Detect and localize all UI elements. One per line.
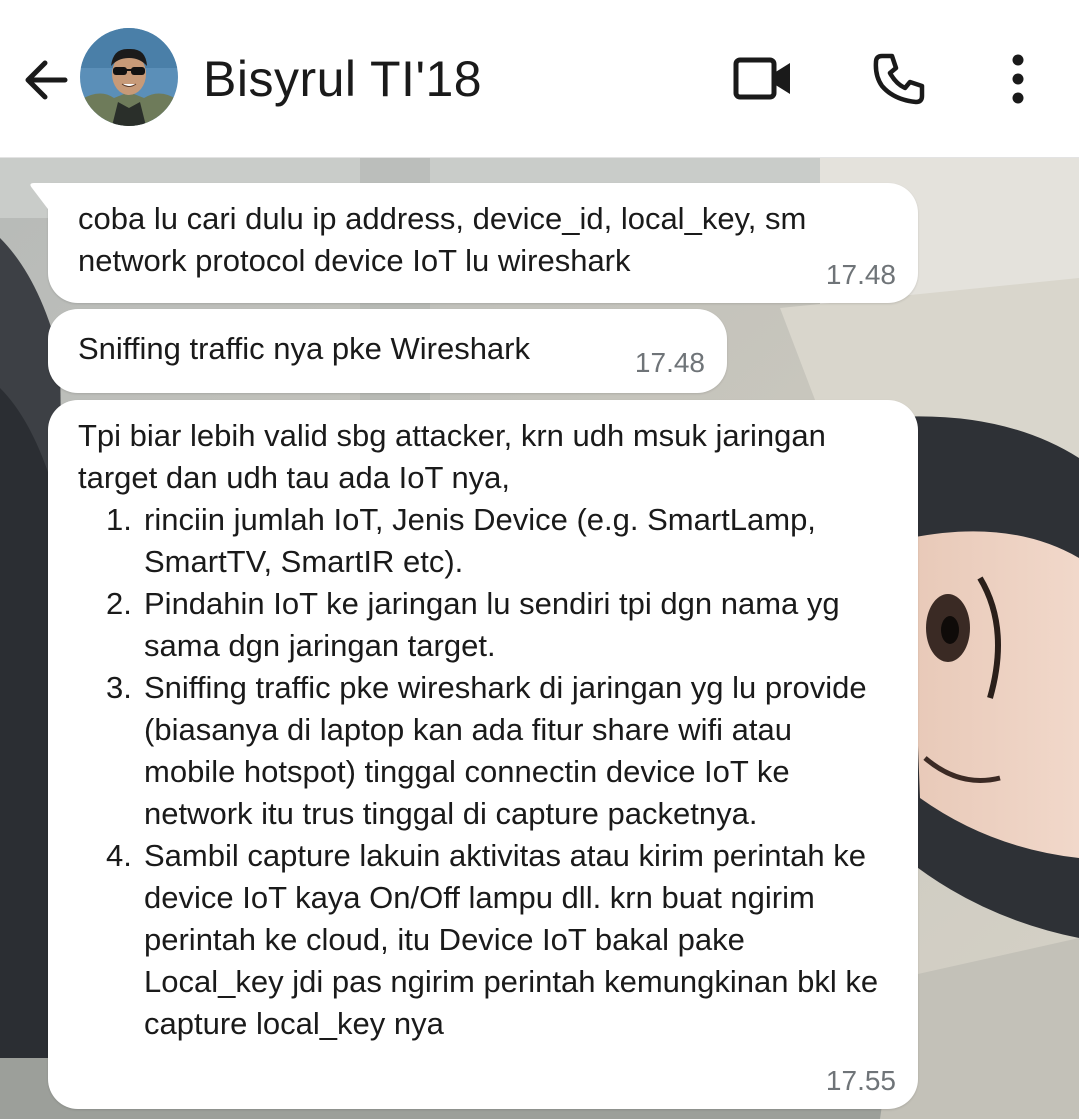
list-item-text: Pindahin IoT ke jaringan lu sendiri tpi … [144,586,840,663]
message-text: Sniffing traffic nya pke Wireshark [78,331,530,366]
incoming-message[interactable]: Tpi biar lebih valid sbg attacker, krn u… [48,400,918,1109]
back-button[interactable] [18,52,74,108]
more-vert-icon [1012,54,1024,104]
phone-icon [873,53,925,105]
bubble-tail-icon [30,183,74,217]
message-time: 17.55 [825,1065,896,1096]
message-steps-list: 1. rinciin jumlah IoT, Jenis Device (e.g… [78,499,888,1045]
list-item: 2. Pindahin IoT ke jaringan lu sendiri t… [106,583,888,667]
contact-name[interactable]: Bisyrul TI'18 [203,50,482,108]
list-item: 3. Sniffing traffic pke wireshark di jar… [106,667,888,835]
message-time: 17.48 [634,347,705,378]
message-intro: Tpi biar lebih valid sbg attacker, krn u… [78,418,826,495]
video-call-icon [733,57,790,100]
chat-header: Bisyrul TI'18 [0,0,1079,158]
list-item: 4. Sambil capture lakuin aktivitas atau … [106,835,888,1045]
list-item-text: Sambil capture lakuin aktivitas atau kir… [144,838,879,1041]
arrow-left-icon [25,60,68,100]
more-options-button[interactable] [985,46,1051,112]
list-item-number: 3. [106,670,132,705]
voice-call-button[interactable] [866,46,932,112]
avatar-photo [80,28,178,126]
list-item-text: Sniffing traffic pke wireshark di jaring… [144,670,867,831]
incoming-message[interactable]: coba lu cari dulu ip address, device_id,… [30,183,918,303]
list-item-number: 1. [106,502,132,537]
list-item-text: rinciin jumlah IoT, Jenis Device (e.g. S… [144,502,816,579]
list-item: 1. rinciin jumlah IoT, Jenis Device (e.g… [106,499,888,583]
video-call-button[interactable] [730,46,796,112]
list-item-number: 4. [106,838,132,873]
message-time: 17.48 [825,259,896,290]
chat-area[interactable]: coba lu cari dulu ip address, device_id,… [0,158,1079,1119]
message-text: coba lu cari dulu ip address, device_id,… [78,201,807,278]
contact-avatar[interactable] [80,28,178,126]
incoming-message[interactable]: Sniffing traffic nya pke Wireshark 17.48 [48,309,727,393]
list-item-number: 2. [106,586,132,621]
